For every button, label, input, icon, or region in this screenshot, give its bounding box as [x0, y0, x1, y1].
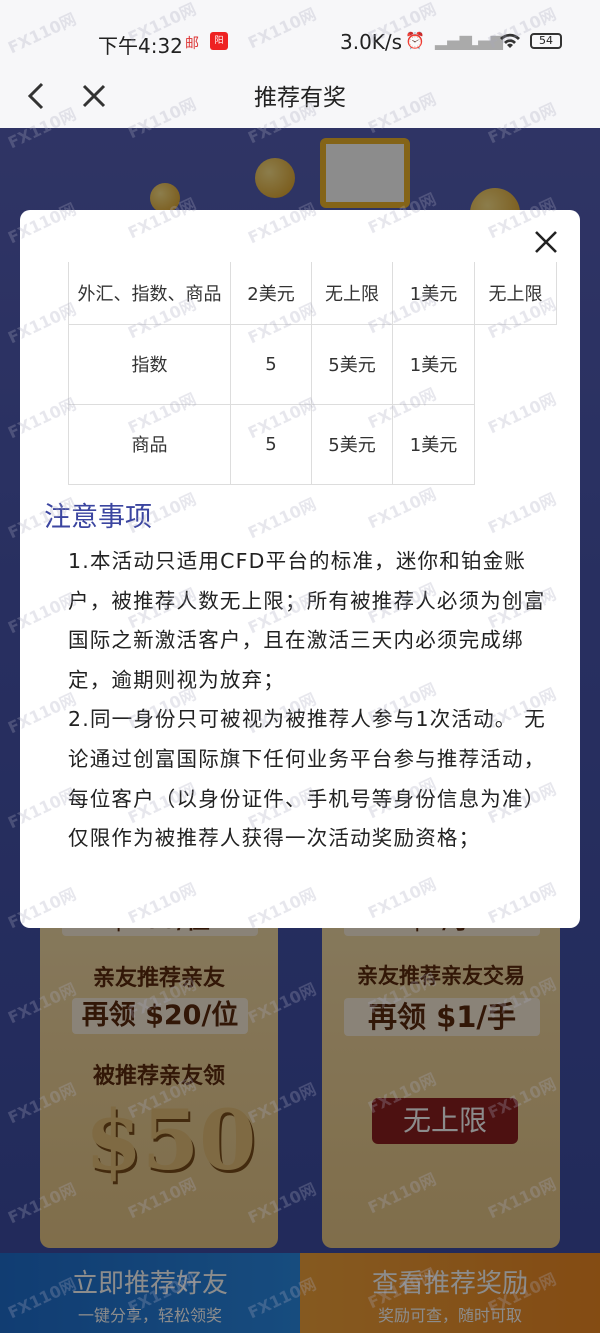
table-row: 外汇、指数、商品 2美元 无上限 1美元 无上限	[68, 262, 557, 325]
nav-bar: 推荐有奖	[0, 66, 600, 128]
table-cell: 商品	[68, 403, 231, 485]
table-cell: 5	[230, 323, 312, 405]
network-speed: 3.0K/s	[340, 30, 403, 54]
mail-notification-icon: 邮	[185, 36, 199, 52]
alarm-icon: ⏰	[405, 31, 425, 50]
table-cell: 外汇、指数、商品	[68, 262, 231, 325]
table-cell: 5	[230, 403, 312, 485]
table-cell: 1美元	[392, 403, 475, 485]
status-time: 下午4:32	[98, 34, 183, 58]
table-row: 商品 5 5美元 1美元	[68, 403, 557, 485]
table-cell: 无上限	[474, 262, 557, 325]
table-row: 指数 5 5美元 1美元	[68, 323, 557, 405]
notice-heading: 注意事项	[44, 502, 152, 533]
table-cell: 1美元	[392, 323, 475, 405]
rules-table: 外汇、指数、商品 2美元 无上限 1美元 无上限 指数 5 5美元 1美元 商品…	[68, 262, 557, 485]
wifi-icon	[498, 31, 522, 53]
page-title: 推荐有奖	[254, 85, 346, 111]
table-cell	[475, 324, 557, 404]
notice-item: 1.本活动只适用CFD平台的标准，迷你和铂金账户，被推荐人数无上限；所有被推荐人…	[68, 549, 546, 692]
table-cell: 1美元	[392, 262, 475, 325]
modal-close-button[interactable]	[532, 228, 560, 256]
app-notification-icon: 阳	[210, 32, 228, 50]
table-cell	[475, 404, 557, 484]
table-cell: 2美元	[230, 262, 312, 325]
table-cell: 5美元	[311, 323, 393, 405]
close-icon	[535, 231, 557, 253]
table-cell: 无上限	[311, 262, 393, 325]
notice-body: 1.本活动只适用CFD平台的标准，迷你和铂金账户，被推荐人数无上限；所有被推荐人…	[68, 542, 564, 859]
notice-item: 2.同一身份只可被视为被推荐人参与1次活动。 无论通过创富国际旗下任何业务平台参…	[68, 707, 546, 851]
table-cell: 5美元	[311, 403, 393, 485]
battery-icon: 54	[530, 33, 562, 49]
table-cell: 指数	[68, 323, 231, 405]
rules-modal: 外汇、指数、商品 2美元 无上限 1美元 无上限 指数 5 5美元 1美元 商品…	[20, 210, 580, 928]
